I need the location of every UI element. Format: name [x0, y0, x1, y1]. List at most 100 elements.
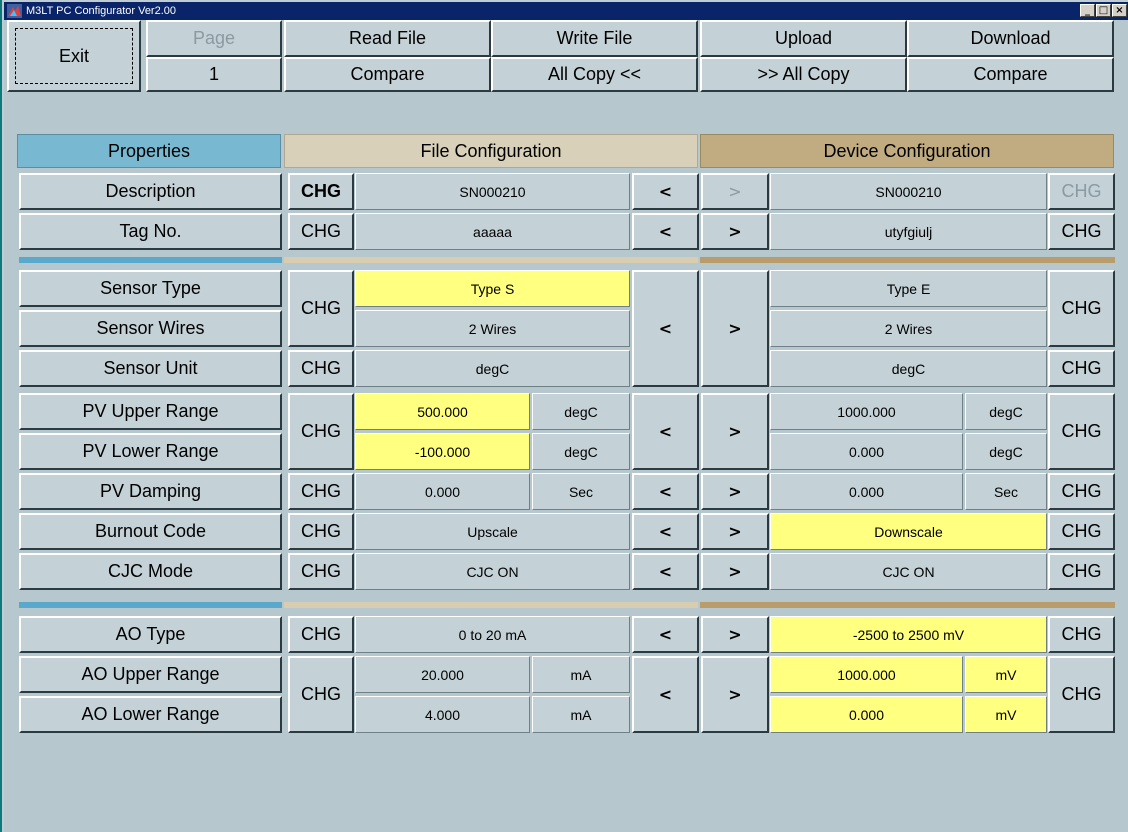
ao-type-copy-to-device-button[interactable]: > — [701, 616, 769, 653]
ao-type-file-value: 0 to 20 mA — [355, 616, 630, 653]
sensor-type-wires-file-chg-button[interactable]: CHG — [288, 270, 354, 347]
minimize-icon[interactable]: _ — [1080, 4, 1095, 17]
pv-damping-device-unit: Sec — [965, 473, 1047, 510]
tag-no-device-chg-button[interactable]: CHG — [1048, 213, 1115, 250]
sensor-type-wires-device-chg-button[interactable]: CHG — [1048, 270, 1115, 347]
description-device-chg-button[interactable]: CHG — [1048, 173, 1115, 210]
pv-damping-copy-to-device-button[interactable]: > — [701, 473, 769, 510]
burnout-device-value: Downscale — [770, 513, 1047, 550]
ao-type-file-chg-button[interactable]: CHG — [288, 616, 354, 653]
close-icon[interactable]: × — [1112, 4, 1127, 17]
ao-lower-file-value: 4.000 — [355, 696, 530, 733]
pv-upper-device-unit: degC — [965, 393, 1047, 430]
ao-upper-device-unit: mV — [965, 656, 1047, 693]
exit-button[interactable]: Exit — [7, 20, 141, 92]
app-window: M3LT PC Configurator Ver2.00 _ □ × Exit … — [0, 0, 1128, 832]
ao-upper-range-label: AO Upper Range — [19, 656, 282, 693]
write-file-button[interactable]: Write File — [491, 20, 698, 57]
cjc-mode-label: CJC Mode — [19, 553, 282, 590]
burnout-file-chg-button[interactable]: CHG — [288, 513, 354, 550]
ao-range-copy-to-device-button[interactable]: > — [701, 656, 769, 733]
cjc-file-value: CJC ON — [355, 553, 630, 590]
tag-no-file-value: aaaaa — [355, 213, 630, 250]
pv-damping-device-value: 0.000 — [770, 473, 963, 510]
upload-button[interactable]: Upload — [700, 20, 907, 57]
burnout-file-value: Upscale — [355, 513, 630, 550]
ao-type-device-value: -2500 to 2500 mV — [770, 616, 1047, 653]
cjc-device-chg-button[interactable]: CHG — [1048, 553, 1115, 590]
pv-upper-range-label: PV Upper Range — [19, 393, 282, 430]
sensor-unit-file-chg-button[interactable]: CHG — [288, 350, 354, 387]
pv-damping-copy-to-file-button[interactable]: < — [632, 473, 699, 510]
sensor-copy-to-file-button[interactable]: < — [632, 270, 699, 387]
cjc-copy-to-file-button[interactable]: < — [632, 553, 699, 590]
download-button[interactable]: Download — [907, 20, 1114, 57]
sensor-type-file-value: Type S — [355, 270, 630, 307]
page-label: Page — [146, 20, 282, 57]
description-copy-to-file-button[interactable]: < — [632, 173, 699, 210]
pv-damping-file-value: 0.000 — [355, 473, 530, 510]
title-bar[interactable]: M3LT PC Configurator Ver2.00 _ □ × — [4, 2, 1128, 20]
maximize-icon[interactable]: □ — [1096, 4, 1111, 17]
burnout-device-chg-button[interactable]: CHG — [1048, 513, 1115, 550]
pv-range-device-chg-button[interactable]: CHG — [1048, 393, 1115, 470]
ao-upper-file-value: 20.000 — [355, 656, 530, 693]
ao-type-copy-to-file-button[interactable]: < — [632, 616, 699, 653]
ao-upper-device-value: 1000.000 — [770, 656, 963, 693]
ao-lower-range-label: AO Lower Range — [19, 696, 282, 733]
sensor-type-label: Sensor Type — [19, 270, 282, 307]
read-file-button[interactable]: Read File — [284, 20, 491, 57]
sensor-unit-device-value: degC — [770, 350, 1047, 387]
client-area: Exit Page 1 Read File Write File Upload … — [4, 20, 1128, 832]
sensor-type-device-value: Type E — [770, 270, 1047, 307]
ao-lower-device-unit: mV — [965, 696, 1047, 733]
description-file-chg-button[interactable]: CHG — [288, 173, 354, 210]
properties-header: Properties — [17, 134, 281, 168]
sensor-wires-file-value: 2 Wires — [355, 310, 630, 347]
pv-damping-label: PV Damping — [19, 473, 282, 510]
pv-damping-device-chg-button[interactable]: CHG — [1048, 473, 1115, 510]
pv-range-file-chg-button[interactable]: CHG — [288, 393, 354, 470]
properties-separator — [19, 257, 282, 263]
ao-upper-file-unit: mA — [532, 656, 630, 693]
compare-file-button[interactable]: Compare — [284, 57, 491, 92]
tag-no-file-chg-button[interactable]: CHG — [288, 213, 354, 250]
device-separator — [700, 602, 1115, 608]
description-file-value: SN000210 — [355, 173, 630, 210]
burnout-copy-to-file-button[interactable]: < — [632, 513, 699, 550]
ao-range-file-chg-button[interactable]: CHG — [288, 656, 354, 733]
pv-lower-file-unit: degC — [532, 433, 630, 470]
ao-lower-device-value: 0.000 — [770, 696, 963, 733]
pv-damping-file-chg-button[interactable]: CHG — [288, 473, 354, 510]
ao-type-device-chg-button[interactable]: CHG — [1048, 616, 1115, 653]
tag-no-copy-to-file-button[interactable]: < — [632, 213, 699, 250]
file-separator — [284, 257, 698, 263]
burnout-code-label: Burnout Code — [19, 513, 282, 550]
properties-separator — [19, 602, 282, 608]
description-copy-to-device-button[interactable]: > — [701, 173, 769, 210]
burnout-copy-to-device-button[interactable]: > — [701, 513, 769, 550]
pv-lower-device-value: 0.000 — [770, 433, 963, 470]
file-configuration-header: File Configuration — [284, 134, 698, 168]
sensor-copy-to-device-button[interactable]: > — [701, 270, 769, 387]
ao-range-device-chg-button[interactable]: CHG — [1048, 656, 1115, 733]
description-label: Description — [19, 173, 282, 210]
file-separator — [284, 602, 698, 608]
tag-no-label: Tag No. — [19, 213, 282, 250]
sensor-unit-label: Sensor Unit — [19, 350, 282, 387]
sensor-unit-device-chg-button[interactable]: CHG — [1048, 350, 1115, 387]
window-title: M3LT PC Configurator Ver2.00 — [26, 5, 177, 17]
cjc-copy-to-device-button[interactable]: > — [701, 553, 769, 590]
tag-no-copy-to-device-button[interactable]: > — [701, 213, 769, 250]
all-copy-to-device-button[interactable]: >> All Copy — [700, 57, 907, 92]
all-copy-to-file-button[interactable]: All Copy << — [491, 57, 698, 92]
cjc-file-chg-button[interactable]: CHG — [288, 553, 354, 590]
device-separator — [700, 257, 1115, 263]
compare-device-button[interactable]: Compare — [907, 57, 1114, 92]
pv-lower-file-value: -100.000 — [355, 433, 530, 470]
pv-range-copy-to-file-button[interactable]: < — [632, 393, 699, 470]
ao-range-copy-to-file-button[interactable]: < — [632, 656, 699, 733]
pv-range-copy-to-device-button[interactable]: > — [701, 393, 769, 470]
exit-label: Exit — [58, 45, 89, 66]
pv-upper-file-value: 500.000 — [355, 393, 530, 430]
